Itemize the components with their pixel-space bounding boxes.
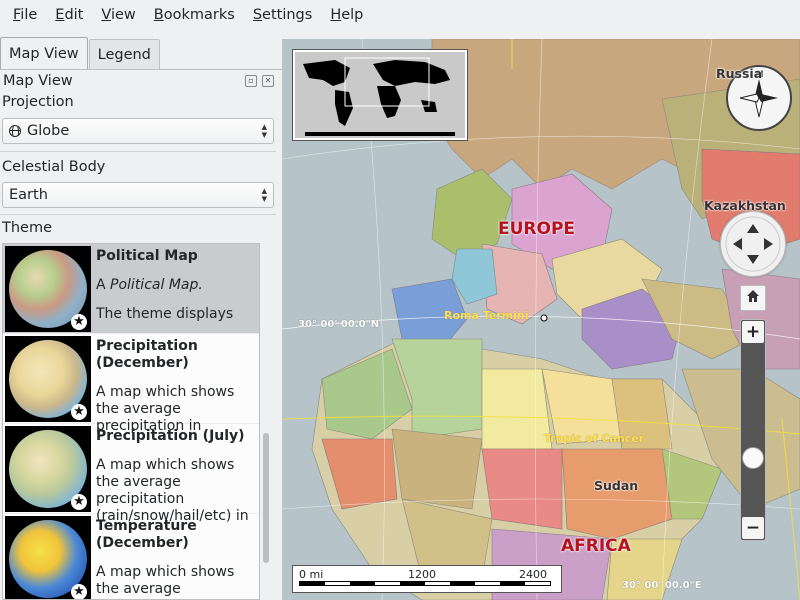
scale-start-label: 0 mi	[299, 568, 324, 581]
theme-item-precip-december[interactable]: ★ Precipitation (December) A map which s…	[3, 334, 259, 434]
separator	[0, 151, 276, 152]
theme-list[interactable]: ★ Political Map A Political Map. The the…	[2, 243, 260, 600]
theme-title: Temperature (December)	[96, 518, 197, 551]
theme-thumbnail: ★	[5, 336, 91, 422]
celestial-body-value: Earth	[9, 187, 48, 203]
theme-title: Political Map	[96, 248, 198, 264]
tab-divider	[0, 69, 282, 70]
close-icon[interactable]: ✕	[262, 75, 274, 87]
zoom-slider[interactable]: + −	[740, 319, 766, 541]
theme-item-temp-december[interactable]: ★ Temperature (December) A map which sho…	[3, 514, 259, 599]
menu-file[interactable]: File	[4, 1, 46, 29]
country-label-sudan: Sudan	[594, 478, 639, 493]
home-icon	[747, 290, 759, 302]
tab-map-view[interactable]: Map View	[0, 37, 88, 69]
pan-arrows-icon	[725, 216, 781, 272]
menu-view[interactable]: View	[92, 1, 144, 29]
menu-edit[interactable]: Edit	[46, 1, 92, 29]
scale-bar: 0 mi 1200 2400	[292, 565, 562, 593]
celestial-body-select[interactable]: Earth ▲ ▼	[2, 182, 274, 208]
pan-control[interactable]	[720, 211, 786, 277]
scale-end-label: 2400	[519, 568, 547, 581]
continent-label-africa: AFRICA	[561, 536, 631, 556]
theme-title: Precipitation (December)	[96, 338, 198, 371]
theme-label: Theme	[2, 220, 53, 236]
tab-legend[interactable]: Legend	[88, 39, 160, 69]
continent-label-europe: EUROPE	[498, 219, 576, 239]
theme-thumbnail: ★	[5, 516, 91, 599]
separator	[0, 214, 276, 215]
theme-thumbnail: ★	[5, 246, 91, 332]
theme-description: A Political Map.	[96, 277, 203, 293]
theme-description-more: The theme displays	[96, 306, 234, 322]
menubar: File Edit View Bookmarks Settings Help	[0, 0, 800, 29]
theme-item-precip-july[interactable]: ★ Precipitation (July) A map which shows…	[3, 424, 259, 524]
favorite-star-icon[interactable]: ★	[71, 494, 87, 510]
projection-value: Globe	[27, 123, 70, 139]
menu-bookmarks[interactable]: Bookmarks	[145, 1, 244, 29]
scrollbar-handle[interactable]	[263, 433, 269, 563]
dock-buttons: ▫ ✕	[245, 75, 274, 87]
celestial-body-label: Celestial Body	[2, 159, 106, 175]
menu-help[interactable]: Help	[321, 1, 372, 29]
scale-line	[299, 581, 551, 586]
country-label-kazakhstan: Kazakhstan	[704, 198, 786, 213]
zoom-out-button[interactable]: −	[742, 517, 764, 539]
favorite-star-icon[interactable]: ★	[71, 404, 87, 420]
country-label-russia: Russia	[716, 66, 763, 81]
overview-world-drawing	[303, 57, 455, 136]
zoom-in-button[interactable]: +	[742, 321, 764, 343]
zoom-slider-handle[interactable]	[742, 447, 764, 469]
panel-tabs: Map View Legend	[0, 37, 161, 69]
favorite-star-icon[interactable]: ★	[71, 314, 87, 330]
tropic-label: Tropic of Cancer	[544, 432, 645, 445]
map-canvas[interactable]: N + − 0 mi 1200 2400 EUROPE AFRICA Russi…	[282, 39, 800, 600]
scale-mid-label: 1200	[408, 568, 436, 581]
globe-icon	[9, 125, 21, 137]
spinner-arrows-icon: ▲ ▼	[261, 123, 267, 139]
theme-title: Precipitation (July)	[96, 428, 245, 444]
theme-item-political[interactable]: ★ Political Map A Political Map. The the…	[3, 244, 259, 334]
favorite-star-icon[interactable]: ★	[71, 584, 87, 599]
home-button[interactable]	[740, 285, 766, 311]
spinner-arrows-icon: ▲ ▼	[261, 187, 267, 203]
dock-title: Map View	[3, 73, 73, 89]
theme-description: A map which shows the average temperatur…	[96, 564, 235, 599]
latitude-label: 30° 00' 00.0"N	[298, 319, 380, 330]
projection-label: Projection	[2, 94, 74, 110]
theme-thumbnail: ★	[5, 426, 91, 512]
menu-settings[interactable]: Settings	[244, 1, 322, 29]
projection-select[interactable]: Globe ▲ ▼	[2, 118, 274, 144]
overview-map[interactable]	[292, 49, 468, 141]
city-label-rome: Roma Termini	[444, 309, 529, 322]
theme-scrollbar[interactable]	[260, 243, 272, 600]
float-icon[interactable]: ▫	[245, 75, 257, 87]
longitude-label: 30° 00' 00.0"E	[622, 580, 702, 591]
